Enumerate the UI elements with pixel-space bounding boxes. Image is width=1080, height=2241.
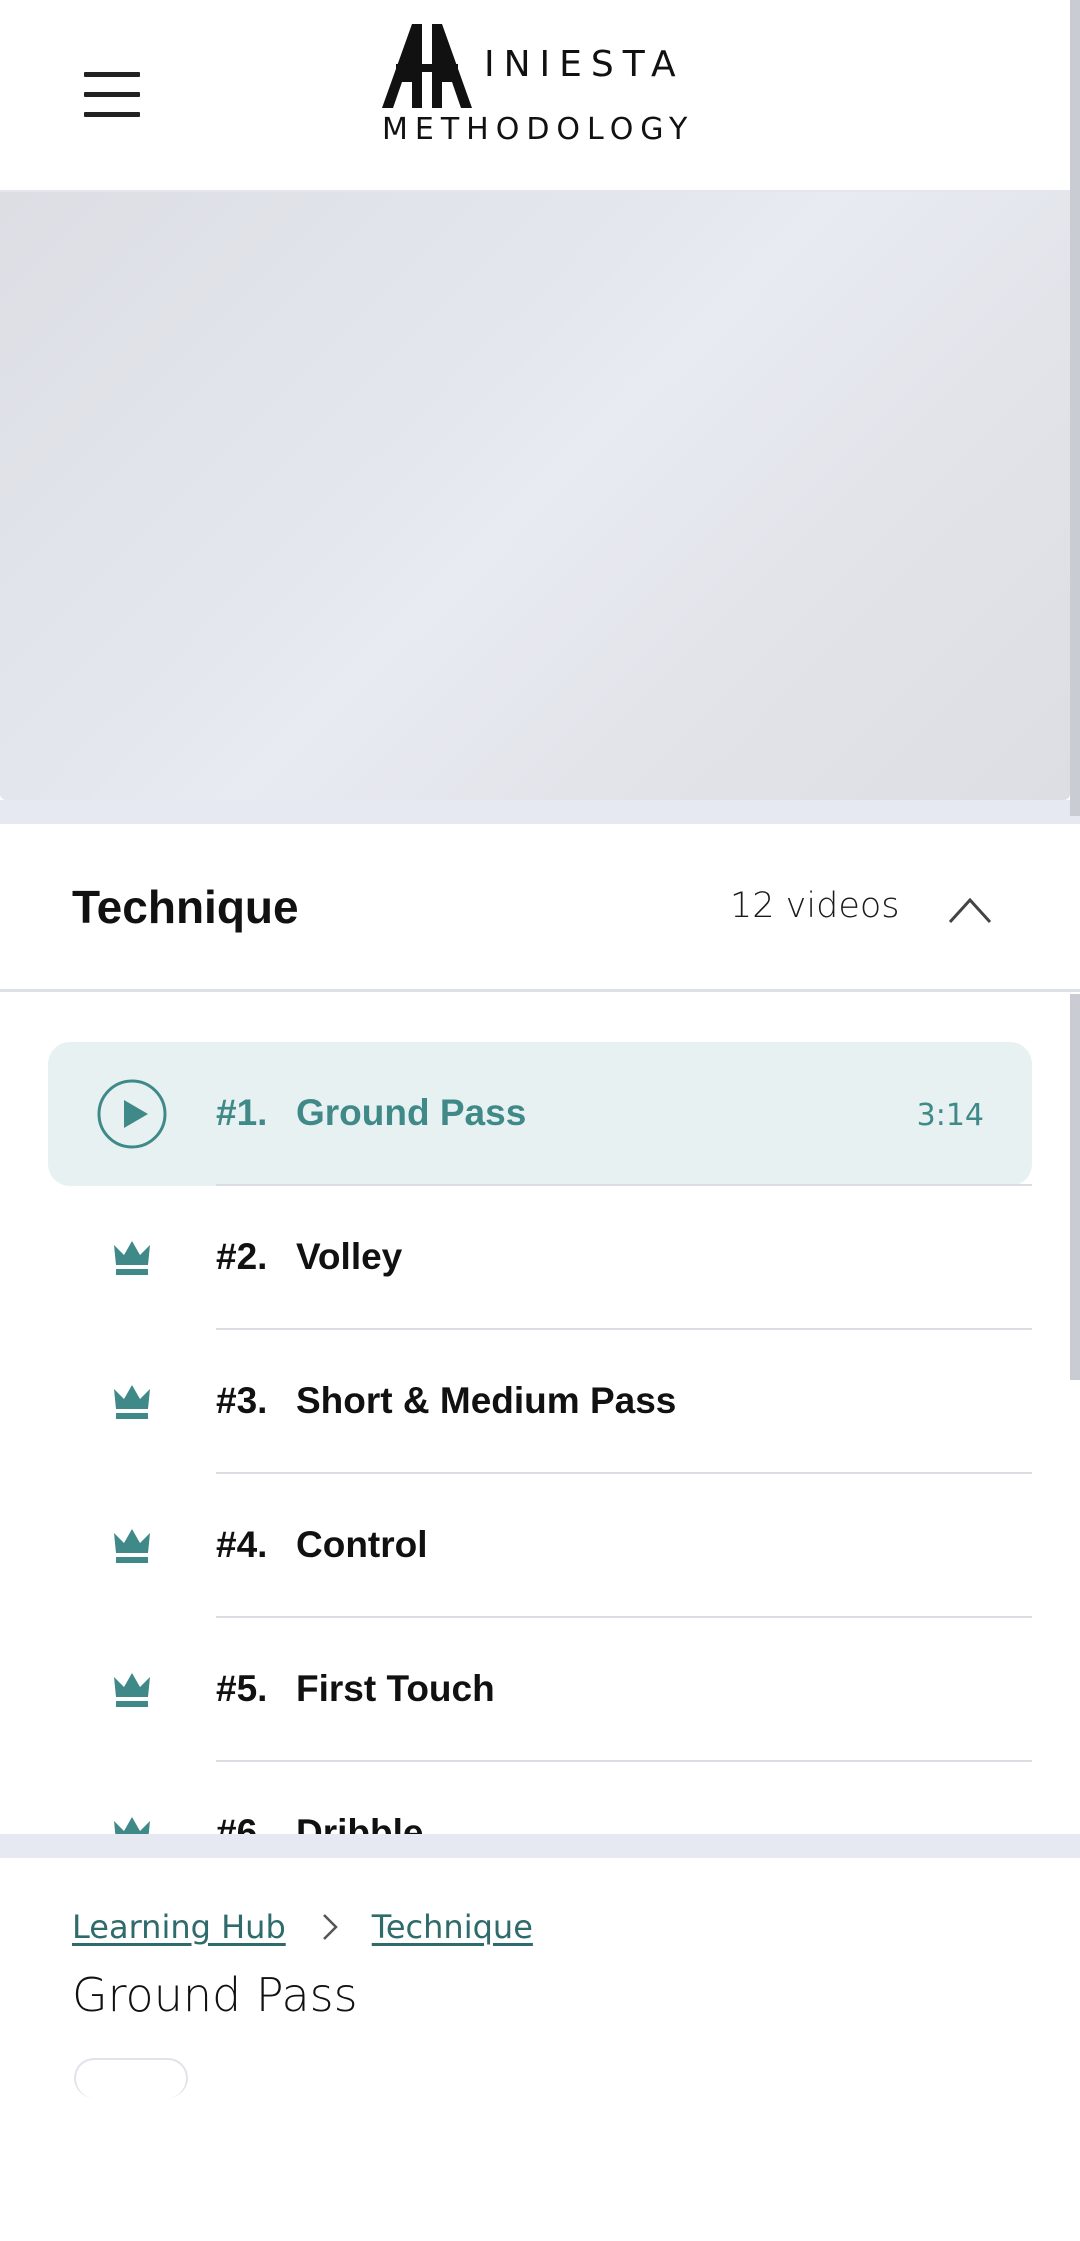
breadcrumb-link-learning-hub[interactable]: Learning Hub [72,1908,286,1946]
tag-chip[interactable] [74,2058,188,2098]
crown-icon [96,1510,168,1582]
video-title: Volley [296,1236,403,1277]
video-title: Short & Medium Pass [296,1380,677,1421]
video-number: #6. [216,1812,268,1834]
video-item[interactable]: #6. Dribble [48,1762,1032,1834]
video-item[interactable]: #3. Short & Medium Pass [48,1330,1032,1474]
app-header: INIESTA METHODOLOGY [0,0,1080,192]
video-number: #1. [216,1092,268,1133]
page-title: Ground Pass [72,1968,358,2022]
video-number: #5. [216,1668,268,1709]
video-title: Control [296,1524,428,1565]
crown-icon [96,1798,168,1834]
section-title: Technique [72,881,299,933]
video-number: #4. [216,1524,268,1565]
logo-mark-icon [382,24,472,108]
crown-icon [96,1654,168,1726]
chevron-up-icon[interactable] [944,890,996,930]
breadcrumb: Learning Hub Technique [72,1908,533,1946]
divider-strip [0,800,1080,824]
hamburger-menu-icon[interactable] [84,70,142,120]
crown-icon [96,1222,168,1294]
video-title: Dribble [296,1812,424,1834]
divider-strip [0,1834,1080,1858]
video-count: 12 videos [730,886,900,926]
video-title: First Touch [296,1668,495,1709]
crown-icon [96,1366,168,1438]
video-player[interactable] [0,192,1070,800]
video-list[interactable]: #1. Ground Pass 3:14 #2. Volley #3. Shor… [0,994,1080,1834]
video-item[interactable]: #2. Volley [48,1186,1032,1330]
page-scrollbar[interactable] [1070,0,1080,816]
chevron-right-icon [322,1914,338,1940]
brand-logo[interactable]: INIESTA METHODOLOGY [382,24,702,154]
video-item[interactable]: #1. Ground Pass 3:14 [48,1042,1032,1186]
video-item[interactable]: #5. First Touch [48,1618,1032,1762]
video-item[interactable]: #4. Control [48,1474,1032,1618]
list-scrollbar[interactable] [1070,994,1080,1380]
video-title: Ground Pass [296,1092,527,1133]
breadcrumb-link-technique[interactable]: Technique [372,1908,533,1946]
video-number: #2. [216,1236,268,1277]
video-info: Learning Hub Technique Ground Pass [0,1858,1080,2241]
logo-text-top: INIESTA [484,44,685,85]
video-number: #3. [216,1380,268,1421]
video-duration: 3:14 [916,1098,984,1133]
playlist-section-header[interactable]: Technique 12 videos [0,824,1080,992]
logo-text-bottom: METHODOLOGY [382,112,695,147]
play-circle-icon[interactable] [96,1078,168,1150]
